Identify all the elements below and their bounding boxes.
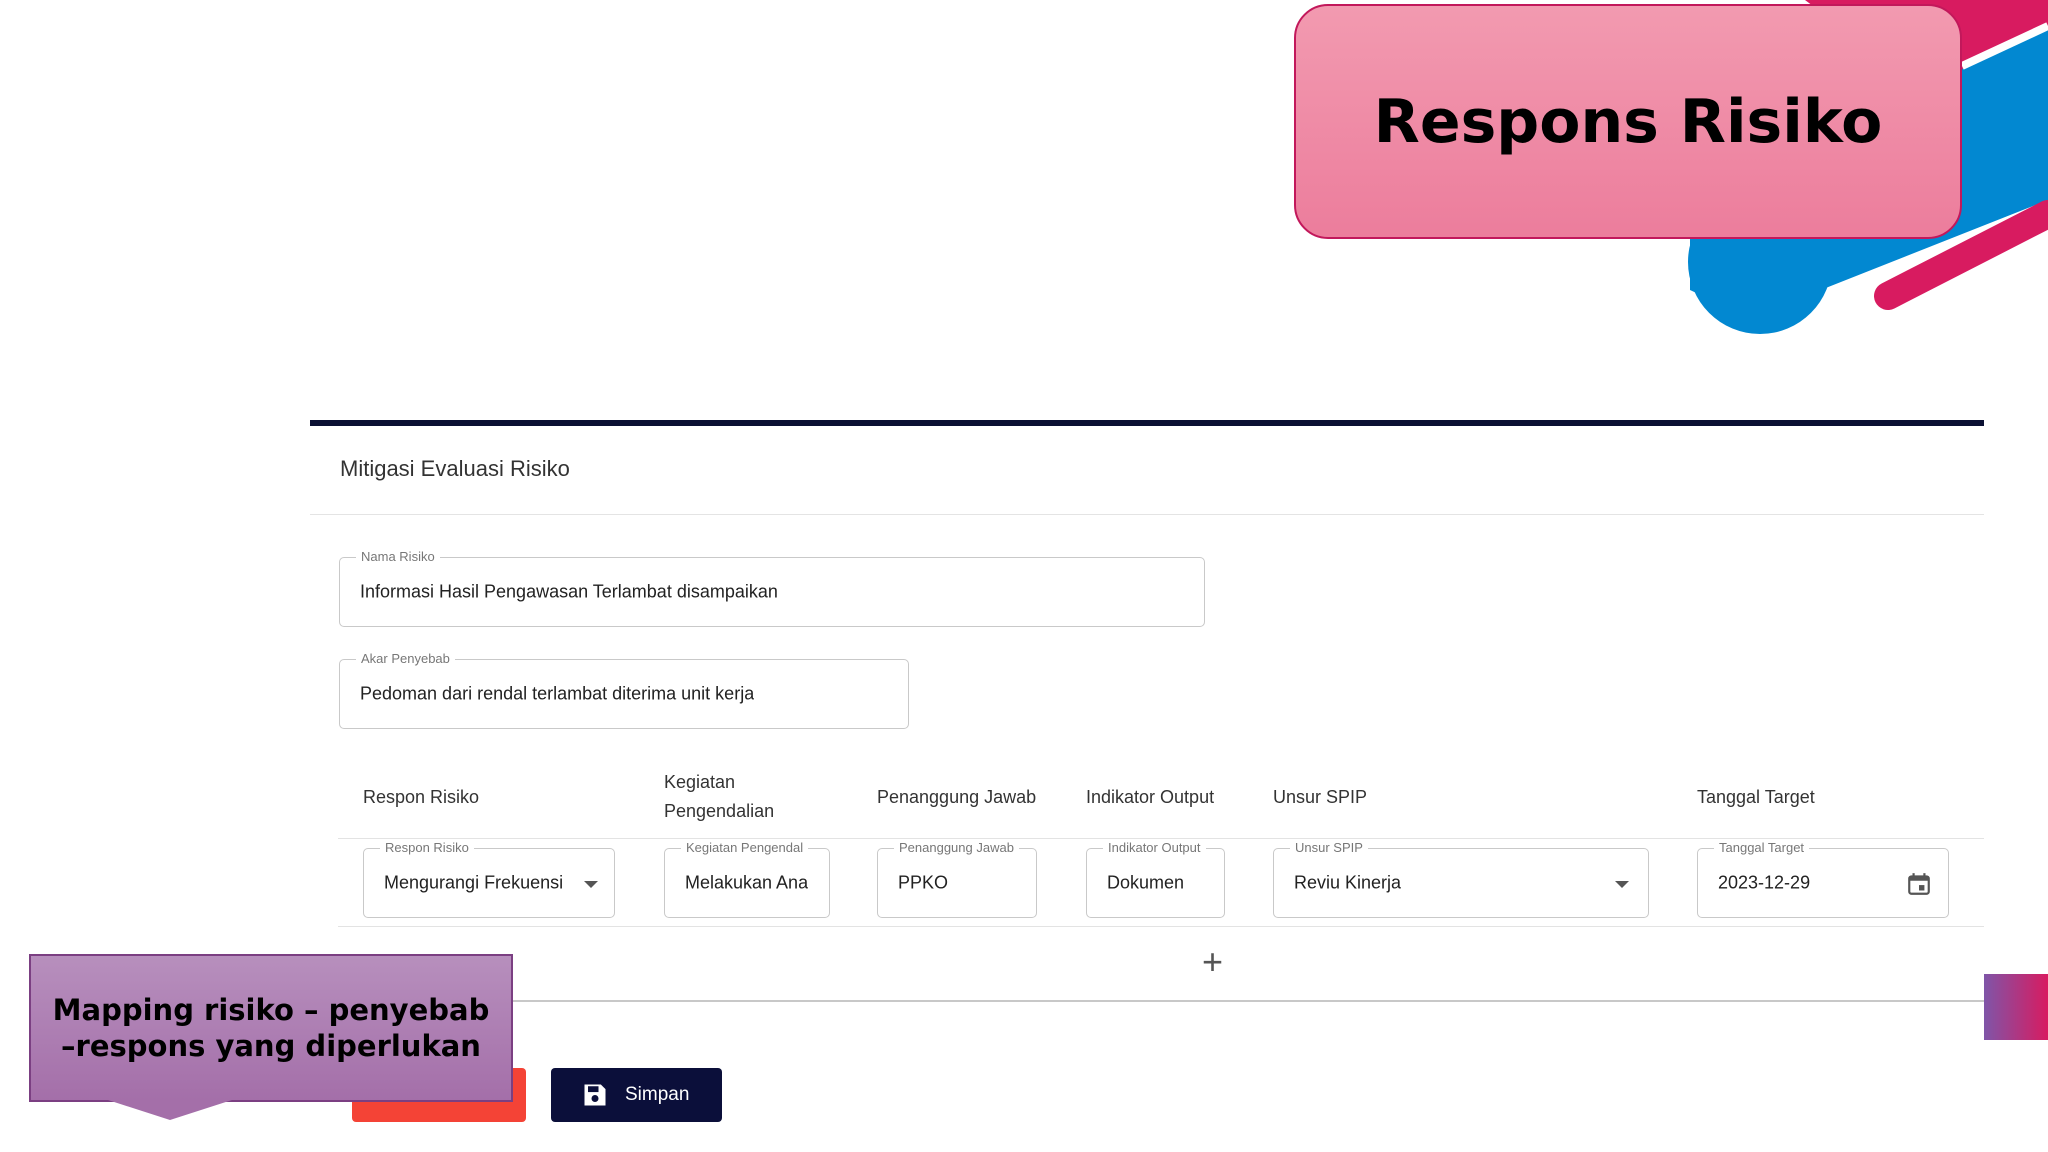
header-unsur-spip: Unsur SPIP bbox=[1273, 787, 1368, 807]
title-banner: Respons Risiko bbox=[1294, 4, 1962, 239]
tanggal-target-field[interactable]: Tanggal Target 2023-12-29 bbox=[1697, 839, 1949, 918]
panel-title: Mitigasi Evaluasi Risiko bbox=[340, 456, 570, 481]
panel-divider bbox=[310, 514, 1984, 515]
penanggung-jawab-value: PPKO bbox=[898, 872, 949, 893]
indikator-output-label: Indikator Output bbox=[1103, 839, 1206, 857]
callout-box: Mapping risiko – penyebab –respons yang … bbox=[29, 954, 513, 1102]
chevron-down-icon bbox=[1615, 881, 1629, 888]
kegiatan-pengendalian-field[interactable]: Kegiatan Pengendal Melakukan Ana bbox=[664, 839, 830, 918]
calendar-icon[interactable] bbox=[1906, 871, 1932, 897]
save-icon bbox=[584, 1084, 606, 1106]
callout-tail bbox=[108, 1100, 232, 1120]
plus-icon[interactable]: + bbox=[1202, 944, 1223, 980]
header-tanggal-target: Tanggal Target bbox=[1697, 787, 1815, 807]
header-respon-risiko: Respon Risiko bbox=[363, 787, 480, 807]
unsur-spip-value: Reviu Kinerja bbox=[1294, 872, 1402, 893]
akar-penyebab-label: Akar Penyebab bbox=[356, 650, 455, 668]
chevron-down-icon bbox=[584, 881, 598, 888]
callout-text: Mapping risiko – penyebab –respons yang … bbox=[52, 993, 490, 1063]
unsur-spip-label: Unsur SPIP bbox=[1290, 839, 1368, 857]
kegiatan-pengendalian-value: Melakukan Ana bbox=[685, 872, 809, 893]
save-button[interactable]: Simpan bbox=[551, 1068, 722, 1122]
penanggung-jawab-field[interactable]: Penanggung Jawab PPKO bbox=[877, 839, 1037, 918]
nama-risiko-value: Informasi Hasil Pengawasan Terlambat dis… bbox=[360, 581, 778, 602]
slide-title: Respons Risiko bbox=[1373, 86, 1883, 157]
unsur-spip-select[interactable]: Unsur SPIP Reviu Kinerja bbox=[1273, 839, 1649, 918]
respon-risiko-value: Mengurangi Frekuensi bbox=[384, 872, 564, 893]
save-button-label: Simpan bbox=[625, 1084, 690, 1105]
corner-white-stripe bbox=[1960, 22, 2048, 70]
tanggal-target-value: 2023-12-29 bbox=[1718, 872, 1811, 893]
indikator-output-field[interactable]: Indikator Output Dokumen bbox=[1086, 839, 1225, 918]
header-indikator-output: Indikator Output bbox=[1086, 787, 1215, 807]
right-edge-accent bbox=[1984, 974, 2048, 1040]
indikator-output-value: Dokumen bbox=[1107, 872, 1185, 893]
tanggal-target-label: Tanggal Target bbox=[1714, 839, 1810, 857]
kegiatan-pengendalian-label: Kegiatan Pengendal bbox=[681, 839, 809, 857]
header-penanggung-jawab: Penanggung Jawab bbox=[877, 787, 1037, 807]
header-kegiatan-line2: Pengendalian bbox=[664, 801, 775, 821]
akar-penyebab-value: Pedoman dari rendal terlambat diterima u… bbox=[360, 683, 755, 704]
respon-risiko-select[interactable]: Respon Risiko Mengurangi Frekuensi bbox=[363, 839, 615, 918]
akar-penyebab-field[interactable]: Akar Penyebab Pedoman dari rendal terlam… bbox=[339, 650, 909, 729]
table-bottom-line bbox=[510, 1000, 1984, 1002]
header-kegiatan-line1: Kegiatan bbox=[664, 772, 736, 792]
header-kegiatan-pengendalian: Kegiatan Pengendalian bbox=[664, 768, 774, 826]
penanggung-jawab-label: Penanggung Jawab bbox=[894, 839, 1019, 857]
panel-top-border bbox=[310, 420, 1984, 426]
nama-risiko-field[interactable]: Nama Risiko Informasi Hasil Pengawasan T… bbox=[339, 548, 1205, 627]
respon-risiko-label: Respon Risiko bbox=[380, 839, 474, 857]
nama-risiko-label: Nama Risiko bbox=[356, 548, 440, 566]
table-row-separator bbox=[338, 926, 1984, 927]
